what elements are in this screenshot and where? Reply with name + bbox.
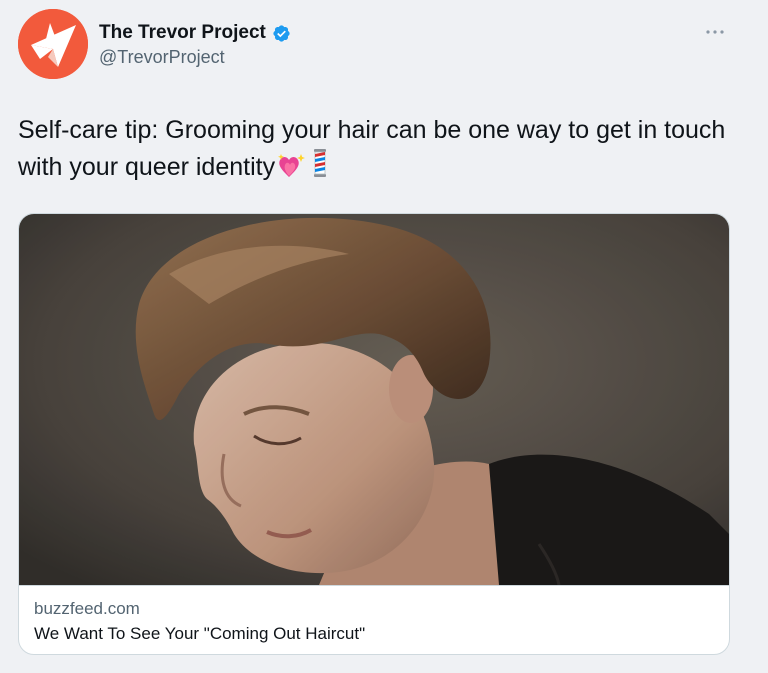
author-handle[interactable]: @TrevorProject <box>99 47 291 68</box>
tweet-header: The Trevor Project @TrevorProject <box>99 20 291 68</box>
more-options-button[interactable] <box>700 20 730 44</box>
card-title: We Want To See Your "Coming Out Haircut" <box>34 624 366 643</box>
card-domain: buzzfeed.com <box>34 599 140 618</box>
name-row: The Trevor Project <box>99 20 291 46</box>
card-meta[interactable]: buzzfeed.com We Want To See Your "Coming… <box>19 585 729 654</box>
tweet-text: Self-care tip: Grooming your hair can be… <box>18 112 738 188</box>
tweet-text-body: Self-care tip: Grooming your hair can be… <box>18 116 726 181</box>
barber-pole-icon <box>309 148 331 188</box>
verified-badge-icon <box>273 24 290 42</box>
card-photo <box>19 214 729 585</box>
author-avatar[interactable] <box>18 9 88 79</box>
more-horizontal-icon <box>706 30 724 34</box>
tweet[interactable]: The Trevor Project @TrevorProject Self-c… <box>0 0 768 673</box>
author-display-name[interactable]: The Trevor Project <box>99 22 266 44</box>
sparkling-heart-icon <box>277 152 307 188</box>
trevor-project-logo-icon <box>18 9 88 79</box>
card-image[interactable] <box>19 214 729 585</box>
link-preview-card[interactable]: buzzfeed.com We Want To See Your "Coming… <box>18 213 730 655</box>
